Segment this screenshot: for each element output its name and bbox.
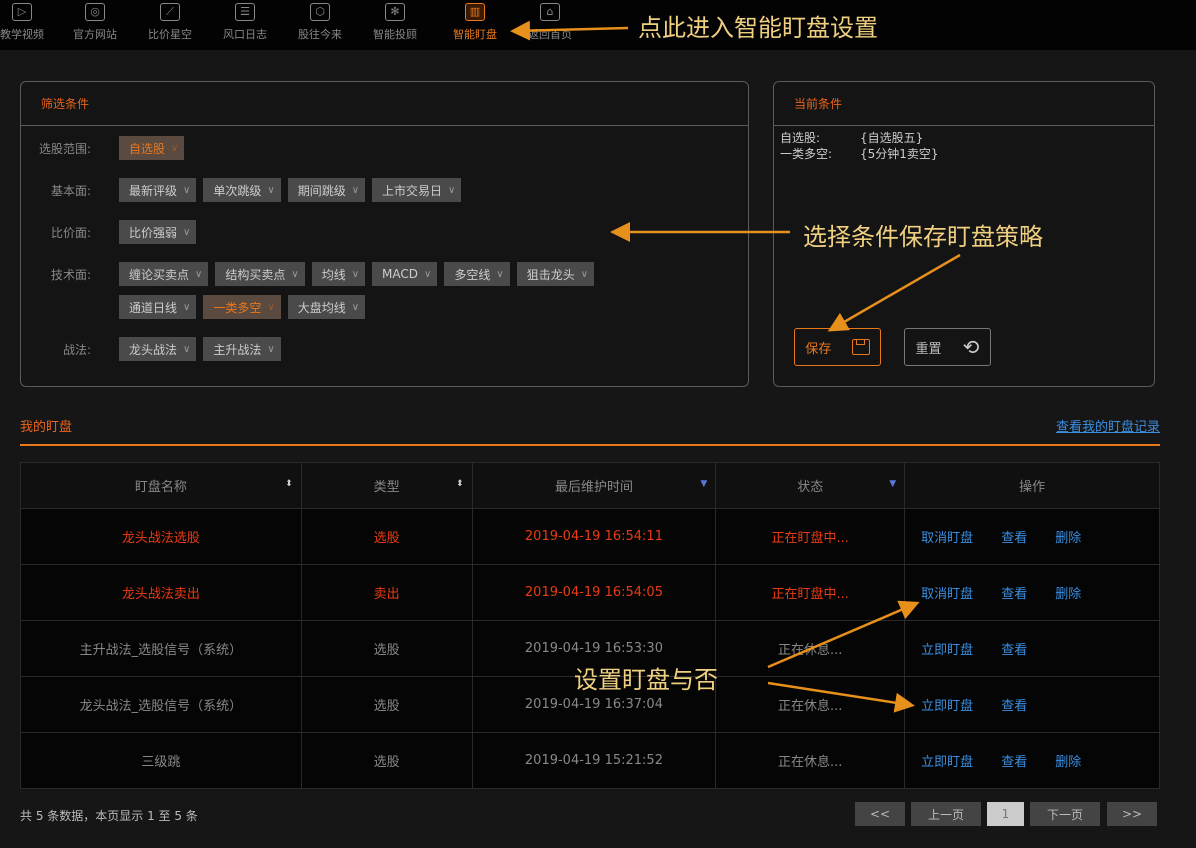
annotation-arrows	[510, 20, 961, 713]
arrow-to-save	[827, 253, 961, 332]
annotation-save-strategy: 选择条件保存盯盘策略	[803, 223, 1043, 251]
arrow-to-smart-monitor	[510, 20, 629, 41]
annotation-toggle-monitor: 设置盯盘与否	[574, 666, 718, 694]
arrow-to-start	[767, 681, 915, 713]
annotation-enter-settings: 点此进入智能盯盘设置	[638, 14, 878, 42]
arrow-to-cancel	[767, 600, 920, 669]
